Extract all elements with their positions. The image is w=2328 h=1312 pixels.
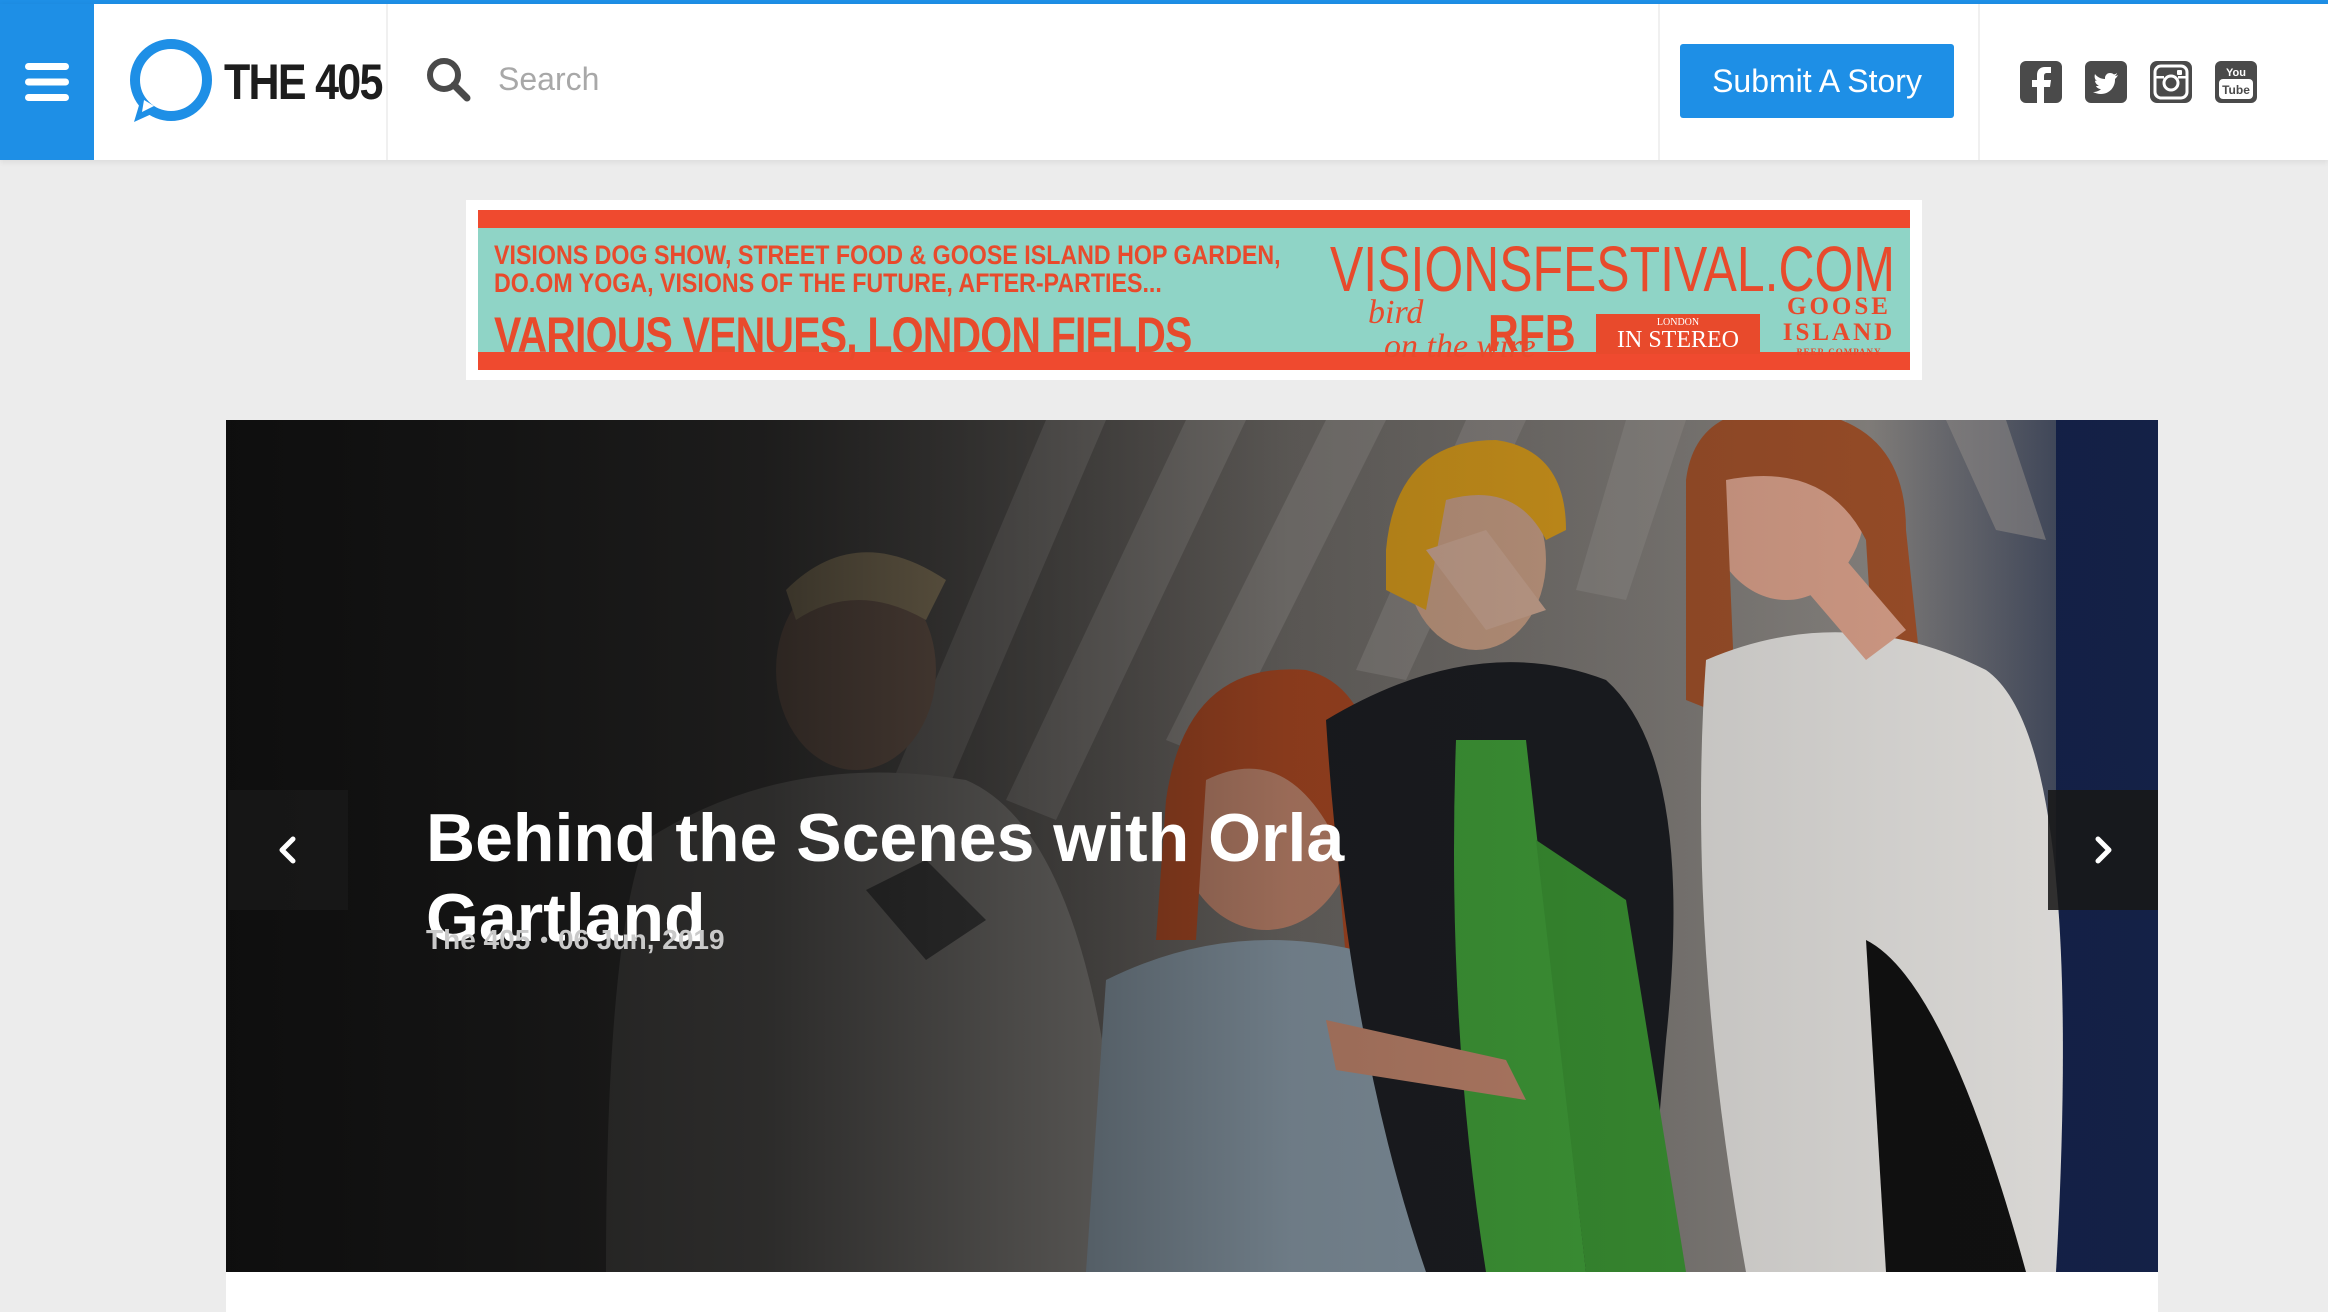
article-author[interactable]: The 405: [426, 924, 530, 956]
header-divider: [1658, 4, 1660, 160]
social-links: You Tube: [2020, 60, 2280, 104]
search-input[interactable]: [496, 49, 976, 109]
ad-text-line: VISIONS DOG SHOW, STREET FOOD & GOOSE IS…: [494, 240, 1281, 270]
svg-text:Tube: Tube: [2222, 83, 2250, 97]
meta-separator: •: [540, 927, 548, 952]
youtube-icon[interactable]: You Tube: [2215, 61, 2257, 103]
ad-banner[interactable]: VISIONS DOG SHOW, STREET FOOD & GOOSE IS…: [466, 200, 1922, 380]
search-icon: [427, 58, 471, 102]
site-header: THE 405 Submit A Story: [0, 4, 2328, 160]
header-divider: [386, 4, 388, 160]
ad-stripe: [478, 210, 1910, 228]
ad-goose-text: GOOSE: [1787, 293, 1891, 320]
facebook-icon[interactable]: [2020, 61, 2062, 103]
submit-story-button[interactable]: Submit A Story: [1680, 44, 1954, 118]
slider-prev-button[interactable]: [228, 790, 348, 910]
chevron-right-icon: [2095, 836, 2112, 864]
ad-stereo-logo: LONDON IN STEREO: [1596, 314, 1760, 354]
ad-text-line: DO.OM YOGA, VISIONS OF THE FUTURE, AFTER…: [494, 268, 1162, 298]
menu-button[interactable]: [0, 4, 94, 160]
ad-rfb-logo: RFB: [1488, 305, 1576, 363]
slider-next-button[interactable]: [2048, 790, 2158, 910]
content-card: [226, 1272, 2158, 1312]
chevron-left-icon: [279, 836, 296, 864]
instagram-icon[interactable]: [2150, 61, 2192, 103]
logo-ring-icon: [130, 39, 212, 122]
ad-goose-text: BEER COMPANY: [1796, 347, 1882, 357]
logo-text: THE 405: [224, 54, 383, 110]
ad-goose-text: ISLAND: [1782, 319, 1896, 346]
featured-article-meta: The 405 • 06 Jun, 2019: [426, 924, 725, 956]
header-divider: [1978, 4, 1980, 160]
article-date: 06 Jun, 2019: [557, 924, 725, 955]
featured-slider: Behind the Scenes with Orla Gartland The…: [226, 420, 2158, 1272]
ad-goose-logo: GOOSE ISLAND BEER COMPANY: [1776, 294, 1902, 358]
svg-text:You: You: [2226, 67, 2246, 79]
ad-stereo-text: IN STEREO: [1617, 327, 1739, 353]
hamburger-icon: [25, 63, 69, 101]
ad-venue-text: VARIOUS VENUES, LONDON FIELDS: [494, 307, 1192, 363]
search-bar[interactable]: [424, 44, 1024, 114]
twitter-icon[interactable]: [2085, 61, 2127, 103]
site-logo[interactable]: THE 405: [126, 34, 407, 130]
ad-banner-artwork: VISIONS DOG SHOW, STREET FOOD & GOOSE IS…: [478, 210, 1910, 370]
